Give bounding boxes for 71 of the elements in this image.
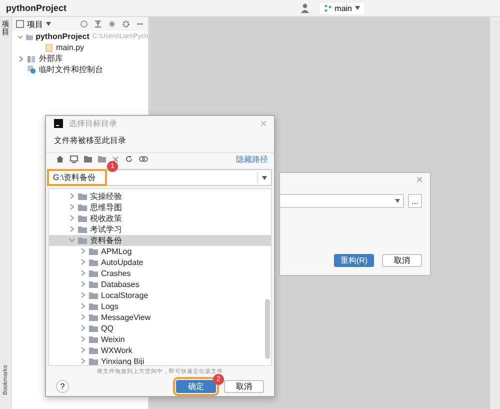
hide-path-link[interactable]: 隐藏路径 [236,154,268,165]
branch-icon [324,4,332,12]
collapse-all-icon[interactable] [108,20,116,28]
folder-name: Databases [101,280,140,289]
tree-item[interactable]: pythonProject [36,32,90,41]
desktop-icon[interactable] [70,155,78,164]
link-icon[interactable] [139,155,148,164]
tree-row[interactable]: Logs [49,300,271,312]
dialog-subtitle: 文件将被移至此目录 [53,134,127,147]
scrollbar[interactable] [265,298,270,359]
project-folder-icon[interactable] [84,155,92,164]
browse-button[interactable]: ... [408,194,422,208]
tree-item[interactable]: 外部库 [39,53,63,64]
delete-icon[interactable] [112,156,119,163]
locate-icon[interactable] [80,20,88,28]
window-title: pythonProject [6,3,67,13]
folder-name: AutoUpdate [101,258,144,267]
tree-row[interactable]: WXWork [49,344,271,356]
folder-name: 资料备份 [90,234,122,246]
tree-row[interactable]: 考试学习 [49,224,271,235]
ok-button[interactable]: 确定 [176,380,216,393]
home-icon[interactable] [56,155,64,164]
tree-row[interactable]: LocalStorage [49,290,271,301]
expand-all-icon[interactable] [94,20,102,28]
folder-name: APMLog [101,246,132,256]
tree-row[interactable]: Weixin [49,334,271,345]
help-button[interactable]: ? [56,380,69,393]
tree-row[interactable]: AutoUpdate [49,256,271,268]
caret-icon [395,199,400,203]
close-icon[interactable] [417,177,422,182]
python-file-icon [45,44,53,52]
tree-row[interactable]: 税收政策 [49,212,271,224]
tree-row[interactable]: MessageView [49,312,271,323]
caret-icon [46,22,51,26]
user-icon[interactable] [300,3,310,13]
folder-name: 思维导图 [90,202,122,213]
folder-name: MessageView [101,312,151,322]
refresh-icon[interactable] [125,155,133,164]
folder-name: LocalStorage [101,290,148,300]
folder-name: Weixin [101,334,125,344]
tree-row[interactable]: 资料备份 [49,234,271,246]
branch-dropdown[interactable]: main [320,2,364,14]
dialog-title: 选择目标目录 [69,118,118,130]
cancel-button[interactable]: 取消 [224,380,264,393]
folder-name: Logs [101,302,118,311]
folder-name: 考试学习 [90,224,122,235]
settings-icon[interactable] [122,20,130,28]
scratch-icon [27,65,36,74]
cancel-button[interactable]: 取消 [382,254,422,267]
close-icon[interactable] [261,121,266,126]
tree-row[interactable]: 实操经验 [49,190,271,202]
folder-icon [26,32,33,40]
window-icon [16,20,24,28]
tree-item[interactable]: main.py [56,43,84,52]
folder-name: QQ [101,324,114,333]
tree-row[interactable]: Crashes [49,268,271,279]
tree-row[interactable]: 思维导图 [49,202,271,213]
folder-name: Crashes [101,268,131,278]
dropdown-field[interactable] [280,194,404,208]
library-icon [27,54,36,62]
tree-row[interactable]: Databases [49,278,271,290]
folder-name: 实操经验 [90,190,122,202]
app-icon [54,119,63,128]
caret-icon [355,6,360,10]
folder-name: 税收政策 [90,212,122,224]
tree-row[interactable]: APMLog [49,246,271,257]
tree-row[interactable]: QQ [49,322,271,334]
new-folder-icon[interactable] [98,155,106,164]
tree-item[interactable]: 临时文件和控制台 [39,64,103,75]
refactor-button[interactable]: 重构(R) [334,254,374,267]
folder-name: WXWork [101,346,132,355]
